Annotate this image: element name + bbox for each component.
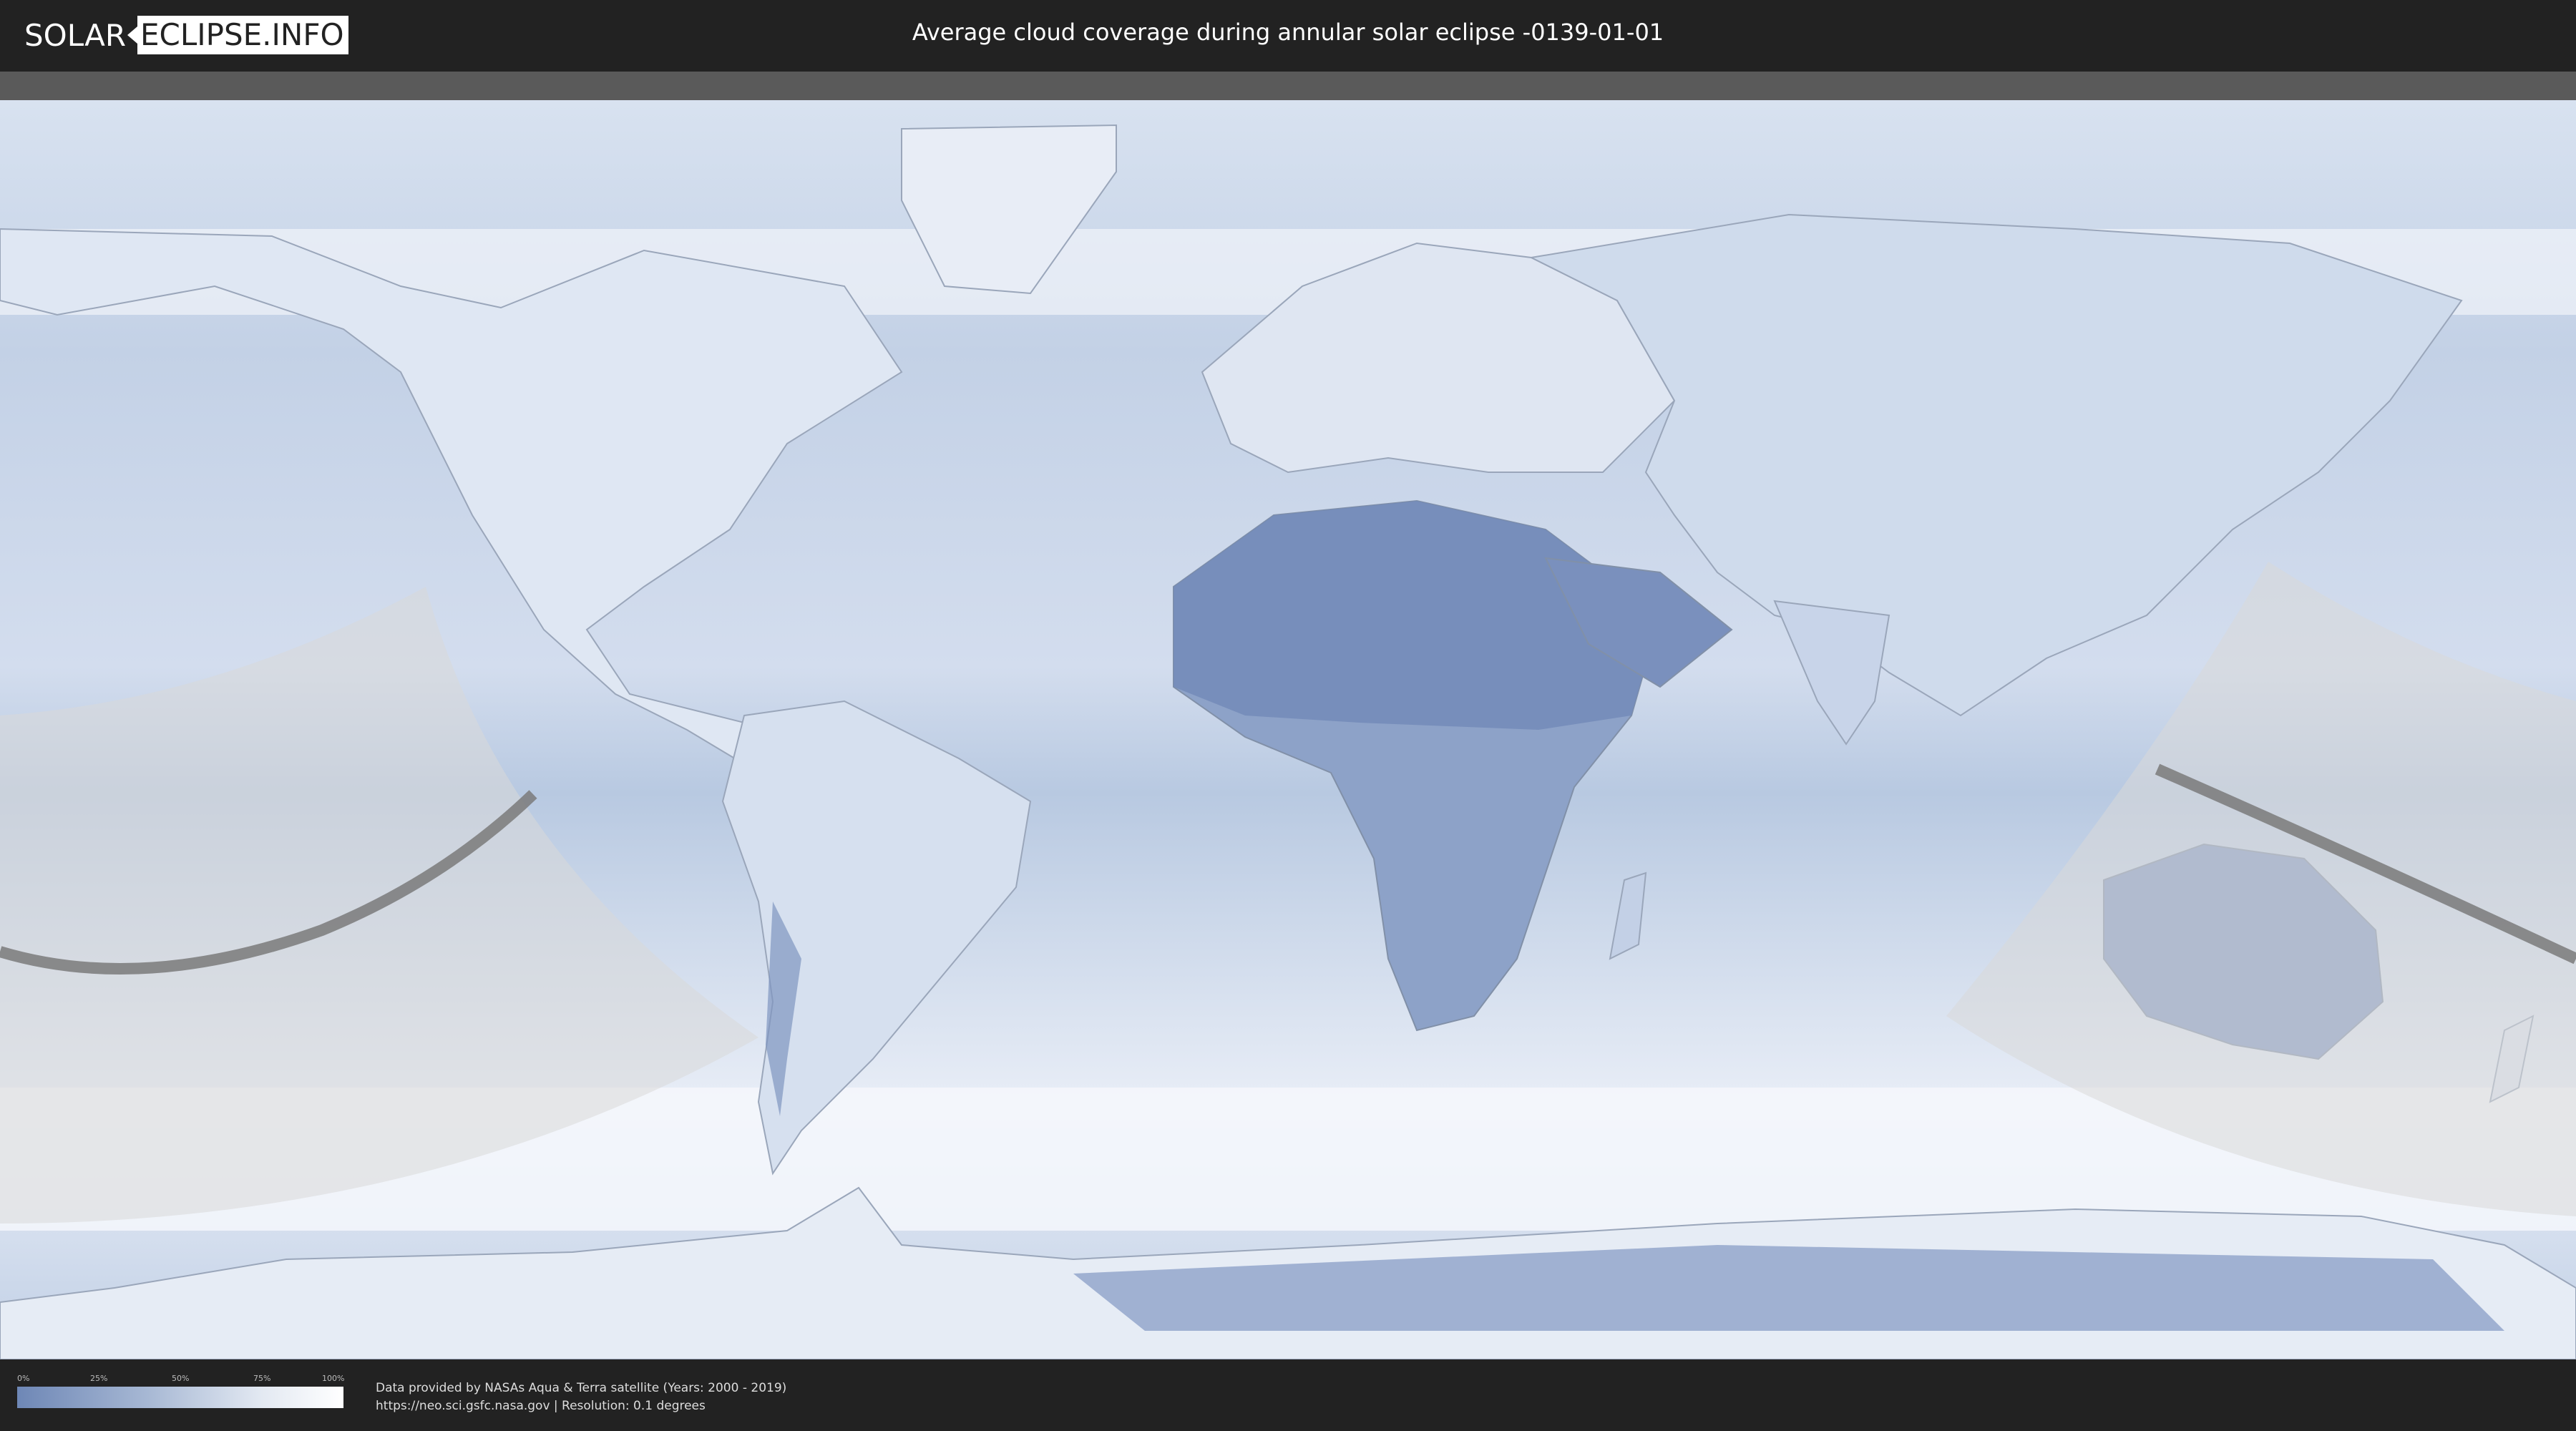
cloud-coverage-legend: 0% 25% 50% 75% 100% [17,1374,345,1414]
credits-line-source: Data provided by NASAs Aqua & Terra sate… [376,1381,787,1395]
world-map-svg [0,72,2576,1359]
legend-ticks: 0% 25% 50% 75% 100% [17,1374,345,1385]
legend-tick: 50% [172,1374,190,1383]
legend-gradient-bar [17,1387,343,1408]
legend-tick: 100% [322,1374,345,1383]
page-title: Average cloud coverage during annular so… [912,19,1664,46]
header-bar: SOLAR ECLIPSE.INFO Average cloud coverag… [0,0,2576,72]
legend-tick: 75% [253,1374,271,1383]
cloud-coverage-map [0,72,2576,1359]
legend-tick: 0% [17,1374,30,1383]
credits-line-url: https://neo.sci.gsfc.nasa.gov | Resoluti… [376,1399,706,1413]
map-top-band [0,72,2576,100]
data-credits: Data provided by NASAs Aqua & Terra sate… [376,1379,786,1415]
legend-tick: 25% [90,1374,108,1383]
